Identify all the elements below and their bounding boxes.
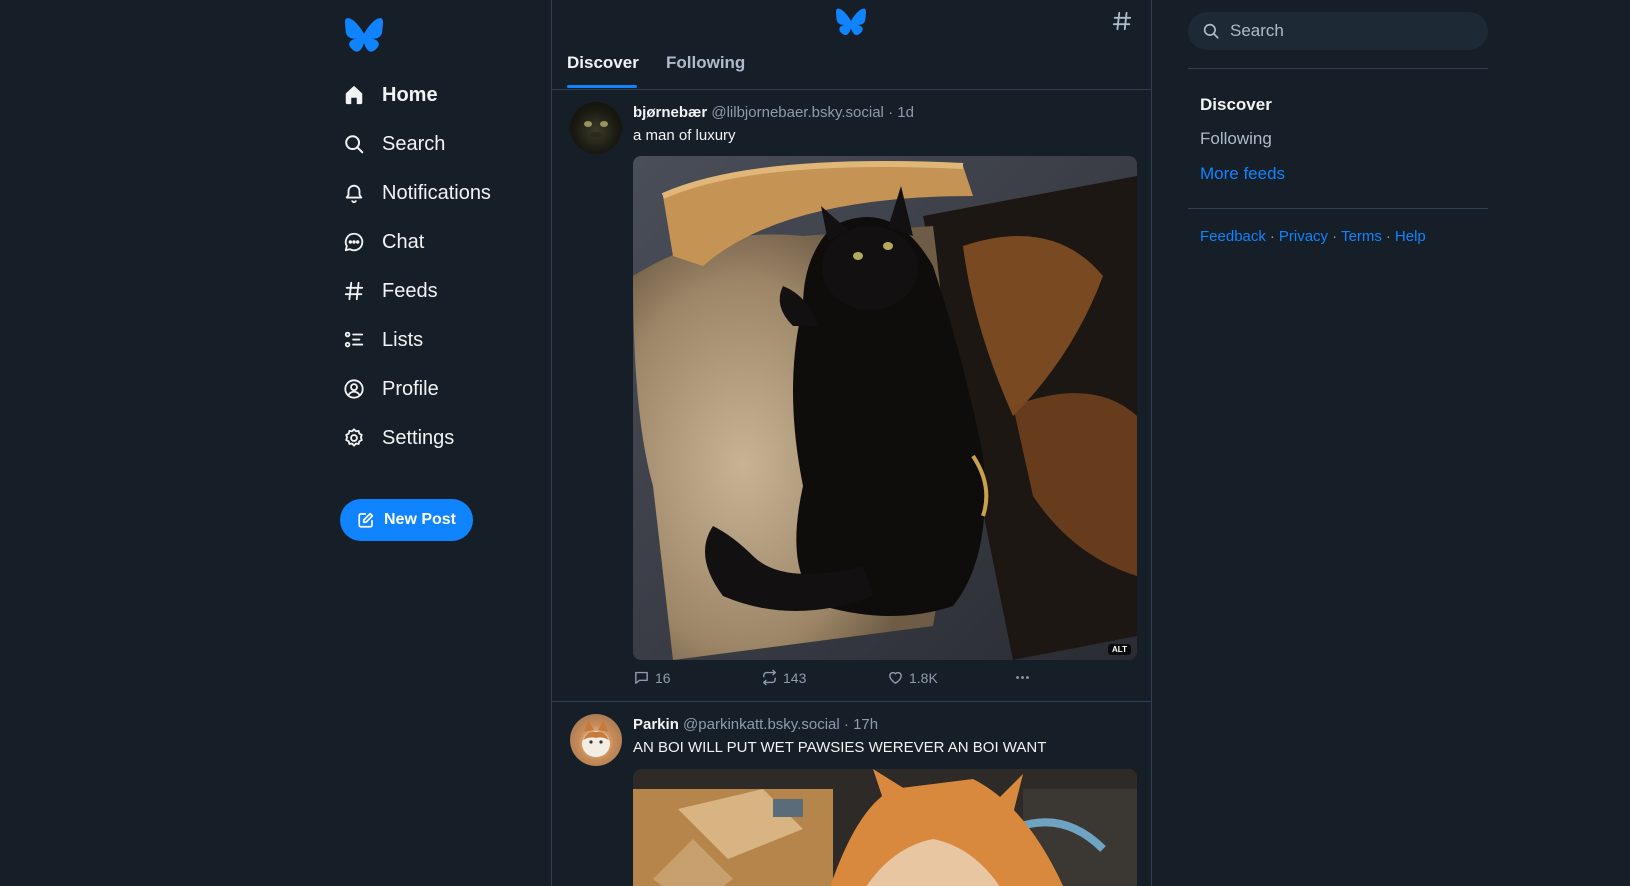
help-link[interactable]: Help	[1395, 228, 1426, 245]
post-actions: 16 143 1.8K	[633, 669, 1137, 691]
divider	[1188, 208, 1488, 209]
like-button[interactable]: 1.8K	[887, 669, 938, 686]
tab-following[interactable]: Following	[666, 53, 745, 73]
reply-icon	[633, 669, 650, 686]
feed-link-discover[interactable]: Discover	[1200, 95, 1272, 115]
nav-item-profile[interactable]: Profile	[341, 369, 541, 409]
repost-button[interactable]: 143	[761, 669, 806, 686]
separator-dot: ·	[843, 716, 849, 733]
post-time[interactable]: 17h	[853, 716, 878, 733]
ellipsis-icon	[1014, 669, 1031, 686]
post-header: Parkin @parkinkatt.bsky.social · 17h	[633, 716, 878, 733]
nav-label-notifications: Notifications	[382, 181, 491, 204]
compose-icon	[357, 511, 375, 529]
reply-button[interactable]: 16	[633, 669, 671, 686]
separator-dot: ·	[1269, 228, 1275, 245]
search-icon	[1202, 22, 1220, 40]
author-handle[interactable]: @parkinkatt.bsky.social	[683, 716, 840, 733]
post-text: a man of luxury	[633, 127, 736, 144]
nav-item-home[interactable]: Home	[341, 75, 541, 115]
post-time[interactable]: 1d	[897, 104, 914, 121]
hash-icon	[341, 278, 367, 304]
like-count: 1.8K	[909, 669, 938, 686]
nav-label-settings: Settings	[382, 426, 455, 449]
search-input[interactable]	[1228, 20, 1468, 42]
post-text: AN BOI WILL PUT WET PAWSIES WEREVER AN B…	[633, 739, 1047, 756]
feeds-hash-icon[interactable]	[1111, 10, 1133, 32]
search-bar[interactable]	[1188, 12, 1488, 50]
butterfly-logo-icon[interactable]	[836, 8, 866, 36]
more-feeds-link[interactable]: More feeds	[1200, 164, 1285, 184]
feed-post[interactable]: Parkin @parkinkatt.bsky.social · 17h AN …	[552, 703, 1151, 886]
avatar[interactable]	[570, 714, 622, 766]
feed-link-following[interactable]: Following	[1200, 129, 1272, 149]
privacy-link[interactable]: Privacy	[1279, 228, 1328, 245]
nav-label-search: Search	[382, 132, 446, 155]
separator-dot: ·	[888, 104, 894, 121]
chat-icon	[341, 229, 367, 255]
author-handle[interactable]: @lilbjornebaer.bsky.social	[711, 104, 884, 121]
author-name[interactable]: Parkin	[633, 716, 679, 733]
search-icon	[341, 131, 367, 157]
heart-icon	[887, 669, 904, 686]
new-post-button[interactable]: New Post	[340, 499, 473, 541]
more-options-button[interactable]	[1014, 669, 1036, 686]
repost-icon	[761, 669, 778, 686]
nav-label-lists: Lists	[382, 328, 424, 351]
reply-count: 16	[655, 669, 671, 686]
avatar[interactable]	[570, 102, 622, 154]
post-image[interactable]: ALT	[633, 156, 1137, 660]
butterfly-logo-icon[interactable]	[345, 17, 383, 53]
nav-item-lists[interactable]: Lists	[341, 320, 541, 360]
divider	[1188, 68, 1488, 69]
feedback-link[interactable]: Feedback	[1200, 228, 1266, 245]
nav-label-profile: Profile	[382, 377, 439, 400]
nav-label-feeds: Feeds	[382, 279, 438, 302]
list-icon	[341, 327, 367, 353]
footer-links: Feedback · Privacy · Terms · Help	[1200, 228, 1426, 245]
nav-item-chat[interactable]: Chat	[341, 222, 541, 262]
active-tab-indicator	[567, 85, 637, 88]
feed-post[interactable]: bjørnebær @lilbjornebaer.bsky.social · 1…	[552, 91, 1151, 702]
new-post-label: New Post	[383, 511, 456, 528]
bell-icon	[341, 180, 367, 206]
separator-dot: ·	[1332, 228, 1338, 245]
nav-item-notifications[interactable]: Notifications	[341, 173, 541, 213]
nav-item-settings[interactable]: Settings	[341, 418, 541, 458]
feed-header: Discover Following	[552, 0, 1151, 90]
profile-icon	[341, 376, 367, 402]
nav-label-home: Home	[382, 83, 438, 106]
separator-dot: ·	[1385, 228, 1391, 245]
repost-count: 143	[783, 669, 807, 686]
nav-item-feeds[interactable]: Feeds	[341, 271, 541, 311]
right-sidebar: Discover Following More feeds Feedback·P…	[1188, 0, 1488, 886]
main-feed: Discover Following bjørnebær @lilbjorneb…	[551, 0, 1152, 886]
home-icon	[341, 82, 367, 108]
tab-discover[interactable]: Discover	[567, 53, 639, 73]
nav-label-chat: Chat	[382, 230, 425, 253]
left-navigation: Home Search Notifications Chat Feeds Lis…	[336, 0, 546, 886]
nav-item-search[interactable]: Search	[341, 124, 541, 164]
post-image[interactable]	[633, 769, 1137, 886]
author-name[interactable]: bjørnebær	[633, 104, 707, 121]
post-header: bjørnebær @lilbjornebaer.bsky.social · 1…	[633, 104, 914, 121]
gear-icon	[341, 425, 367, 451]
terms-link[interactable]: Terms	[1341, 228, 1382, 245]
alt-text-badge[interactable]: ALT	[1108, 644, 1131, 655]
